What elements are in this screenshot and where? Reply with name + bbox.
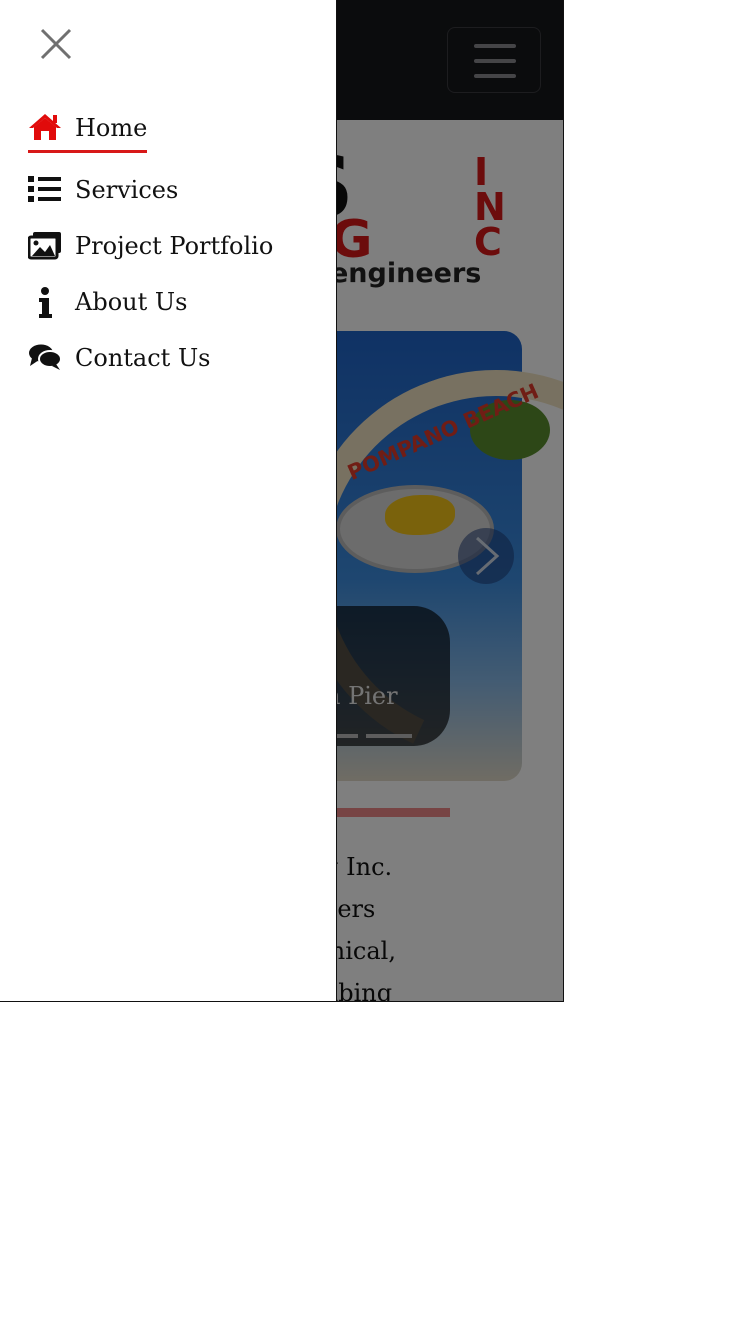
info-icon — [28, 286, 62, 318]
menu-item-project-portfolio[interactable]: Project Portfolio — [27, 230, 274, 262]
menu-item-home[interactable]: Home — [28, 112, 148, 153]
menu-item-services[interactable]: Services — [28, 174, 178, 206]
list-icon — [28, 174, 62, 206]
nav-drawer: Home Services Project Portfolio About Us… — [0, 0, 337, 1001]
menu-item-contact-us[interactable]: Contact Us — [28, 342, 210, 374]
images-icon — [27, 230, 62, 262]
comments-icon — [28, 342, 62, 374]
menu-item-label: Services — [75, 176, 179, 204]
home-icon — [28, 112, 62, 144]
close-icon[interactable] — [34, 22, 78, 66]
menu-item-label: Home — [75, 114, 148, 142]
menu-item-label: About Us — [75, 288, 188, 316]
menu-item-label: Project Portfolio — [75, 232, 274, 260]
menu-item-label: Contact Us — [75, 344, 211, 372]
menu-item-about-us[interactable]: About Us — [28, 286, 187, 318]
